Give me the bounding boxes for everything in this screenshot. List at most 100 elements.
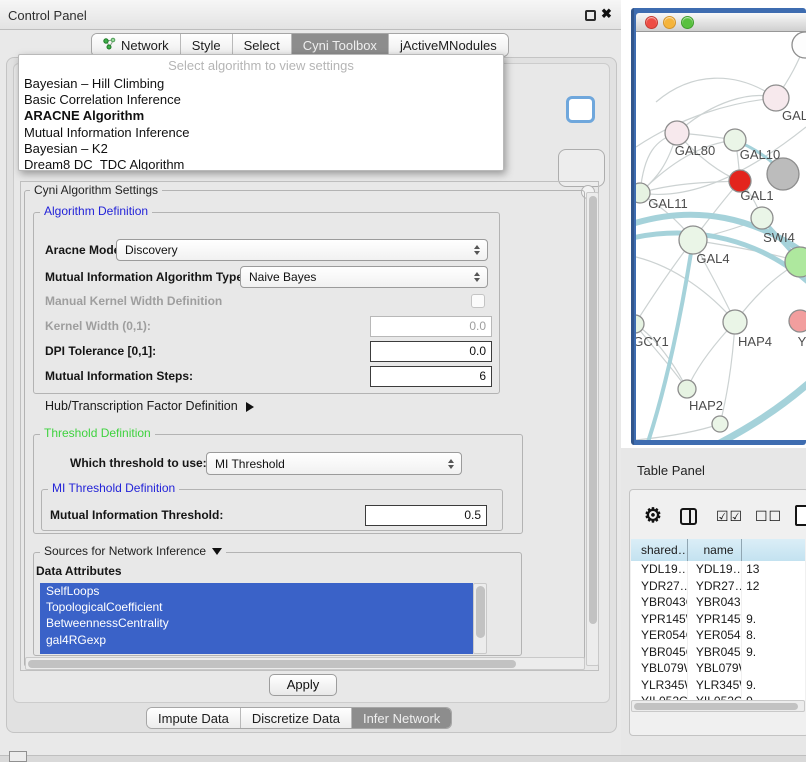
manual-kernel-width-checkbox[interactable]: [471, 294, 485, 308]
data-attributes-list[interactable]: SelfLoopsTopologicalCoefficientBetweenne…: [40, 583, 473, 654]
attribute-item-selfloops[interactable]: SelfLoops: [40, 583, 473, 599]
table-body[interactable]: YDL19…YDL19…13YDR27…YDR27…12YBR043CYBR04…: [631, 561, 805, 701]
algorithm-option-mutual-information-inference[interactable]: Mutual Information Inference: [19, 125, 503, 141]
network-node-swi4[interactable]: [785, 247, 806, 277]
attributes-scrollbar[interactable]: [473, 583, 487, 654]
threshold-definition-title: Threshold Definition: [40, 427, 155, 440]
tab-infer-network[interactable]: Infer Network: [351, 708, 451, 728]
stepper-icon: [470, 245, 484, 255]
screen: { "window": { "title": "Control Panel" }…: [0, 0, 806, 762]
algorithm-popup-placeholder: Select algorithm to view settings: [19, 55, 503, 76]
collapse-down-icon[interactable]: [212, 548, 222, 555]
table-row[interactable]: YBR043CYBR043C: [631, 594, 805, 611]
algorithm-option-bayesian-hill-climbing[interactable]: Bayesian – Hill Climbing: [19, 76, 503, 92]
tab-network[interactable]: Network: [92, 34, 180, 56]
tab-label: Style: [192, 38, 221, 53]
obscured-combobox-focus-ring[interactable]: [566, 96, 595, 123]
split-columns-icon[interactable]: [680, 508, 697, 525]
which-threshold-select[interactable]: MI Threshold: [206, 452, 462, 475]
deselect-checks-icon[interactable]: ☐☐: [755, 508, 782, 525]
network-window: GALGAL80GAL10GAL1GAL11SWI4GAL4GCY1HAP4YH…: [631, 8, 806, 445]
tab-label: Impute Data: [158, 711, 229, 726]
mi-threshold-field[interactable]: 0.5: [365, 505, 487, 526]
network-node-top-right[interactable]: [792, 32, 806, 58]
hub-expander[interactable]: Hub/Transcription Factor Definition: [45, 398, 254, 414]
network-node-y-pink[interactable]: [789, 310, 806, 332]
tab-discretize-data[interactable]: Discretize Data: [240, 708, 351, 728]
mi-steps-field[interactable]: 6: [370, 366, 492, 387]
scrollbar-thumb[interactable]: [634, 703, 798, 710]
apply-button[interactable]: Apply: [269, 674, 337, 696]
aracne-mode-label: Aracne Mode:: [45, 239, 124, 261]
network-edge: [640, 181, 740, 193]
attribute-item-topologicalcoefficient[interactable]: TopologicalCoefficient: [40, 599, 473, 615]
attribute-item-gal4rgexp[interactable]: gal4RGexp: [40, 632, 473, 648]
table-cell: YBL079W: [688, 660, 742, 677]
table-cell: 9.: [742, 677, 805, 694]
algorithm-option-dream8-dc-tdc-algorithm[interactable]: Dream8 DC_TDC Algorithm: [19, 157, 503, 171]
column-header-extra[interactable]: [742, 539, 805, 561]
network-node-gal80[interactable]: [665, 121, 689, 145]
table-row[interactable]: YBL079WYBL079W: [631, 660, 805, 677]
scrollbar-thumb[interactable]: [589, 196, 597, 624]
dpi-tolerance-field[interactable]: 0.0: [370, 341, 492, 362]
network-canvas[interactable]: GALGAL80GAL10GAL1GAL11SWI4GAL4GCY1HAP4YH…: [636, 32, 806, 440]
table-row[interactable]: YLR345WYLR345W9.: [631, 677, 805, 694]
table-cell: YBR043C: [631, 594, 688, 611]
which-threshold-value: MI Threshold: [215, 457, 444, 471]
settings-vertical-scrollbar[interactable]: [586, 192, 599, 666]
gear-icon[interactable]: ⚙: [644, 503, 662, 528]
stepper-icon: [444, 459, 458, 469]
tab-cyni-toolbox[interactable]: Cyni Toolbox: [291, 34, 388, 56]
zoom-traffic-light-icon[interactable]: [681, 16, 694, 29]
mi-algorithm-type-select[interactable]: Naive Bayes: [240, 266, 488, 288]
aracne-mode-select[interactable]: Discovery: [116, 239, 488, 261]
network-node-bottom-partial[interactable]: [712, 416, 728, 432]
table-cell: YER054C: [631, 627, 688, 644]
tab-impute-data[interactable]: Impute Data: [147, 708, 240, 728]
dpi-tolerance-label: DPI Tolerance [0,1]:: [45, 341, 156, 362]
sources-group-title[interactable]: Sources for Network Inference: [40, 545, 226, 558]
tab-style[interactable]: Style: [180, 34, 232, 56]
mi-algorithm-type-label: Mutual Information Algorithm Type:: [45, 266, 247, 288]
network-node-hap4[interactable]: [723, 310, 747, 334]
kernel-width-field[interactable]: 0.0: [370, 316, 492, 337]
network-node-gal4[interactable]: [679, 226, 707, 254]
table-row[interactable]: YER054CYER054C8.: [631, 627, 805, 644]
settings-horizontal-scrollbar[interactable]: [25, 657, 585, 670]
table-row[interactable]: YPR145WYPR145W9.: [631, 611, 805, 628]
network-node-gal1[interactable]: [751, 207, 773, 229]
close-traffic-light-icon[interactable]: [645, 16, 658, 29]
algorithm-popup-list: Bayesian – Hill ClimbingBasic Correlatio…: [19, 76, 503, 171]
table-panel-title: Table Panel: [637, 463, 705, 478]
scrollbar-thumb[interactable]: [28, 660, 516, 668]
algorithm-option-bayesian-k2[interactable]: Bayesian – K2: [19, 141, 503, 157]
float-window-icon[interactable]: [585, 10, 596, 21]
mi-steps-label: Mutual Information Steps:: [45, 366, 193, 387]
table-row[interactable]: YDR27…YDR27…12: [631, 578, 805, 595]
column-header-name[interactable]: name: [688, 539, 742, 561]
network-node-gray[interactable]: [767, 158, 799, 190]
table-horizontal-scrollbar[interactable]: [631, 700, 805, 712]
file-icon[interactable]: [795, 505, 806, 526]
tab-jactivemnodules[interactable]: jActiveMNodules: [388, 34, 508, 56]
expand-right-icon[interactable]: [246, 402, 254, 412]
select-checks-icon[interactable]: ☑☑: [716, 508, 743, 525]
network-edge: [656, 78, 776, 102]
minimize-traffic-light-icon[interactable]: [663, 16, 676, 29]
algorithm-dropdown-popup: Select algorithm to view settings Bayesi…: [18, 54, 504, 171]
network-window-titlebar[interactable]: [636, 13, 806, 32]
network-icon: [103, 37, 116, 53]
bottom-partial-button[interactable]: [9, 751, 27, 762]
column-header-shared[interactable]: shared…: [631, 539, 688, 561]
algorithm-option-basic-correlation-inference[interactable]: Basic Correlation Inference: [19, 92, 503, 108]
algorithm-option-aracne-algorithm[interactable]: ARACNE Algorithm: [19, 108, 503, 124]
node-label-gal4: GAL4: [696, 251, 729, 266]
network-node-hap2[interactable]: [678, 380, 696, 398]
attribute-item-betweennesscentrality[interactable]: BetweennessCentrality: [40, 615, 473, 631]
table-row[interactable]: YDL19…YDL19…13: [631, 561, 805, 578]
close-icon[interactable]: ✖: [601, 6, 612, 22]
table-row[interactable]: YBR045CYBR045C9.: [631, 644, 805, 661]
scrollbar-thumb[interactable]: [476, 586, 485, 638]
tab-select[interactable]: Select: [232, 34, 291, 56]
